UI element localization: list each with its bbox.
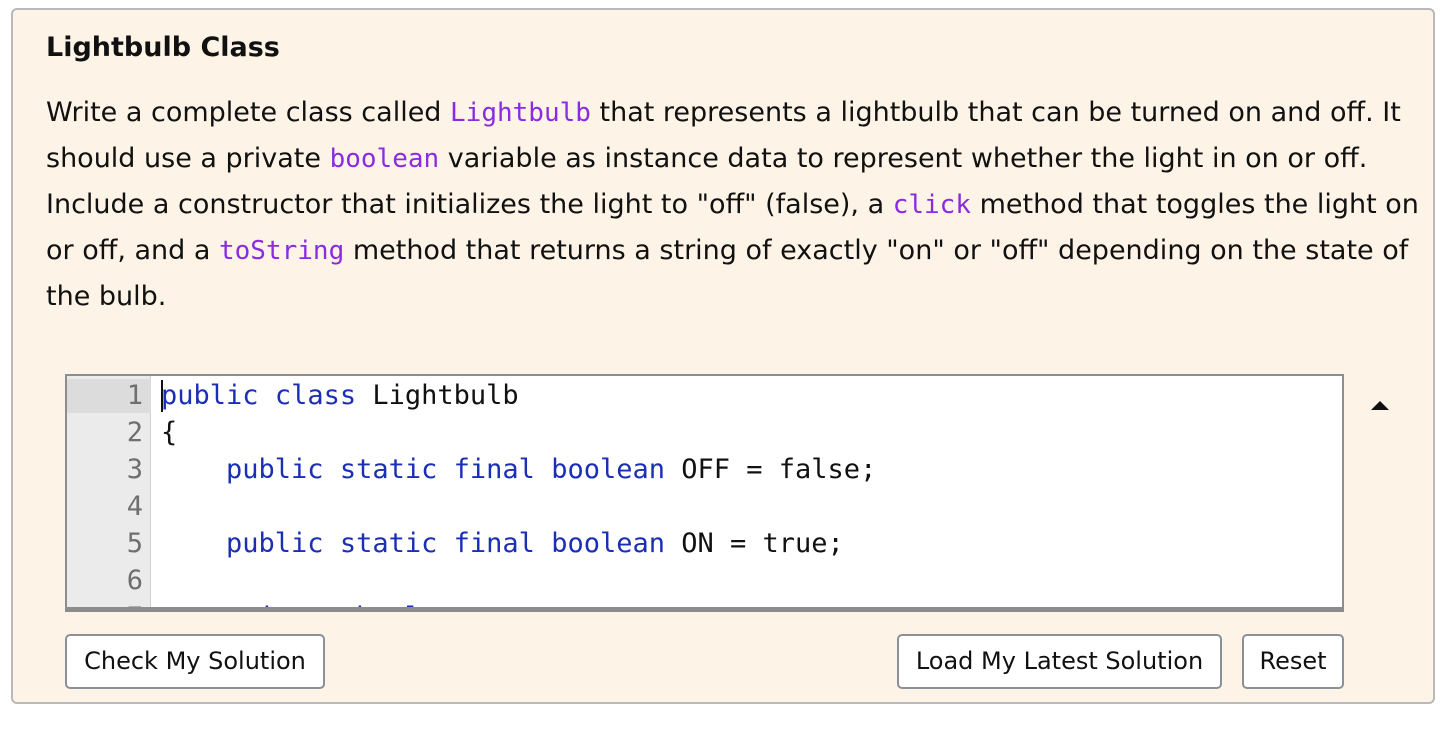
code-line[interactable]: private boolean state;	[161, 599, 584, 607]
code-token: {	[161, 417, 178, 448]
code-line[interactable]: {	[161, 414, 177, 451]
code-keyword: boolean	[551, 454, 665, 485]
code-editor[interactable]: 1234567 public class Lightbulb{ public s…	[65, 374, 1344, 612]
code-keyword: public	[226, 454, 324, 485]
inline-code: boolean	[329, 144, 440, 174]
code-keyword: boolean	[356, 602, 470, 607]
code-token: Lightbulb	[356, 380, 519, 411]
code-keyword: class	[274, 380, 357, 411]
problem-description: Write a complete class called Lightbulb …	[46, 90, 1421, 319]
inline-code: Lightbulb	[450, 98, 591, 128]
description-text: Write a complete class called	[46, 97, 451, 128]
line-number: 3	[126, 454, 143, 485]
inline-code: click	[892, 190, 971, 220]
reset-button[interactable]: Reset	[1242, 634, 1344, 689]
load-latest-solution-button[interactable]: Load My Latest Solution	[897, 634, 1222, 689]
problem-title: Lightbulb Class	[46, 32, 280, 63]
code-keyword: final	[453, 528, 535, 559]
code-line[interactable]: public class Lightbulb	[161, 377, 519, 414]
line-number: 1	[126, 380, 143, 411]
code-keyword: boolean	[551, 528, 665, 559]
code-keyword: private	[226, 602, 340, 607]
line-number: 6	[126, 565, 143, 596]
code-keyword: public	[226, 528, 324, 559]
code-line[interactable]: public static final boolean ON = true;	[161, 525, 844, 562]
code-line[interactable]: public static final boolean OFF = false;	[161, 451, 876, 488]
inline-code: toString	[219, 236, 345, 266]
line-number: 4	[126, 491, 143, 522]
caret-up-icon[interactable]	[1371, 401, 1389, 410]
code-keyword: final	[453, 454, 535, 485]
code-token: OFF = false;	[665, 454, 877, 485]
code-token: ON = true;	[665, 528, 844, 559]
line-number: 2	[126, 417, 143, 448]
line-number: 5	[126, 528, 143, 559]
problem-card: Lightbulb Class Write a complete class c…	[11, 8, 1435, 704]
code-keyword: public	[161, 380, 259, 411]
code-token: state;	[470, 602, 584, 607]
line-number-gutter: 1 2 3 4 5 6 7	[67, 376, 151, 607]
code-keyword: static	[339, 454, 438, 485]
code-keyword: static	[339, 528, 438, 559]
check-solution-button[interactable]: Check My Solution	[65, 634, 325, 689]
line-number: 7	[67, 599, 143, 607]
